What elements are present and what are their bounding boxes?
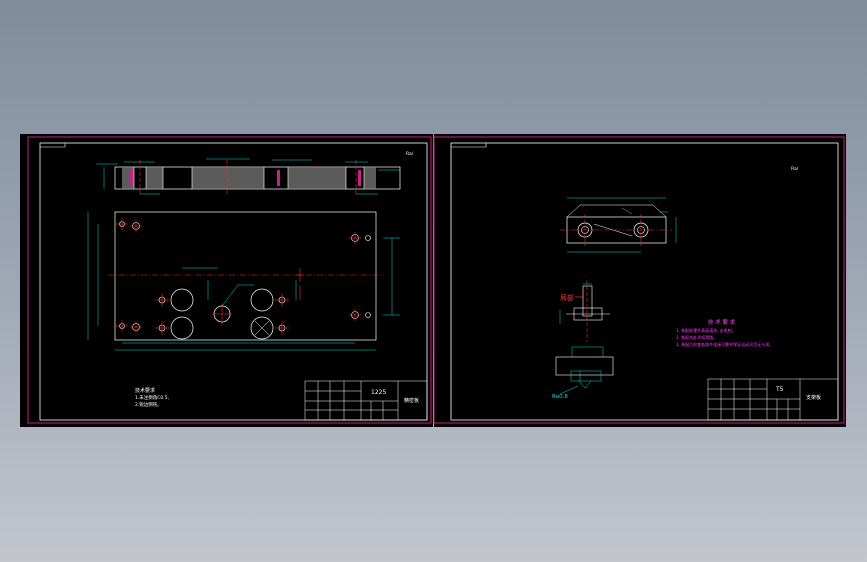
right-sheet: Ra/ 局部 Ra0.8 技 术 要 求 1. 装配前零件表面清洗, 去毛刺。 … <box>433 134 846 427</box>
left-scale-mark: Ra/ <box>406 151 414 157</box>
hatch-region-3 <box>192 167 264 189</box>
left-sheet: Ra/ 技术要求 1.未注倒角C0.5, 2.锐边倒钝。 1225 精密板 <box>20 134 433 427</box>
right-sheet-background <box>434 134 846 427</box>
notes-line-1: 1.未注倒角C0.5, <box>135 394 169 401</box>
tech-title: 技 术 要 求 <box>708 318 736 326</box>
notes-line-2: 2.锐边倒钝。 <box>135 401 162 408</box>
right-scale-mark: Ra/ <box>791 166 799 172</box>
cad-drawing-canvas: Ra/ 技术要求 1.未注倒角C0.5, 2.锐边倒钝。 1225 精密板 Ra… <box>20 134 846 427</box>
right-title-code: T5 <box>775 386 784 393</box>
surface-finish-label: Ra0.8 <box>552 394 568 400</box>
hatch-region-4 <box>288 167 346 189</box>
left-title-part-name: 精密板 <box>404 397 419 404</box>
magenta-slot <box>358 170 361 186</box>
notes-title: 技术要求 <box>135 387 155 394</box>
tech-line-2: 2. 各配合处涂润滑脂。 <box>676 334 717 340</box>
hatch-region-5 <box>364 167 376 189</box>
hatch-region-2 <box>146 167 163 189</box>
tech-line-3: 3. 装配后检查各部件连接可靠并保证运动灵活无卡滞。 <box>676 341 773 347</box>
magenta-slot <box>130 170 133 186</box>
red-callout: 局部 <box>560 293 574 302</box>
right-title-part-name: 支架板 <box>806 394 821 401</box>
left-title-code: 1225 <box>371 389 386 396</box>
magenta-slot <box>277 170 280 186</box>
tech-line-1: 1. 装配前零件表面清洗, 去毛刺。 <box>676 327 736 333</box>
